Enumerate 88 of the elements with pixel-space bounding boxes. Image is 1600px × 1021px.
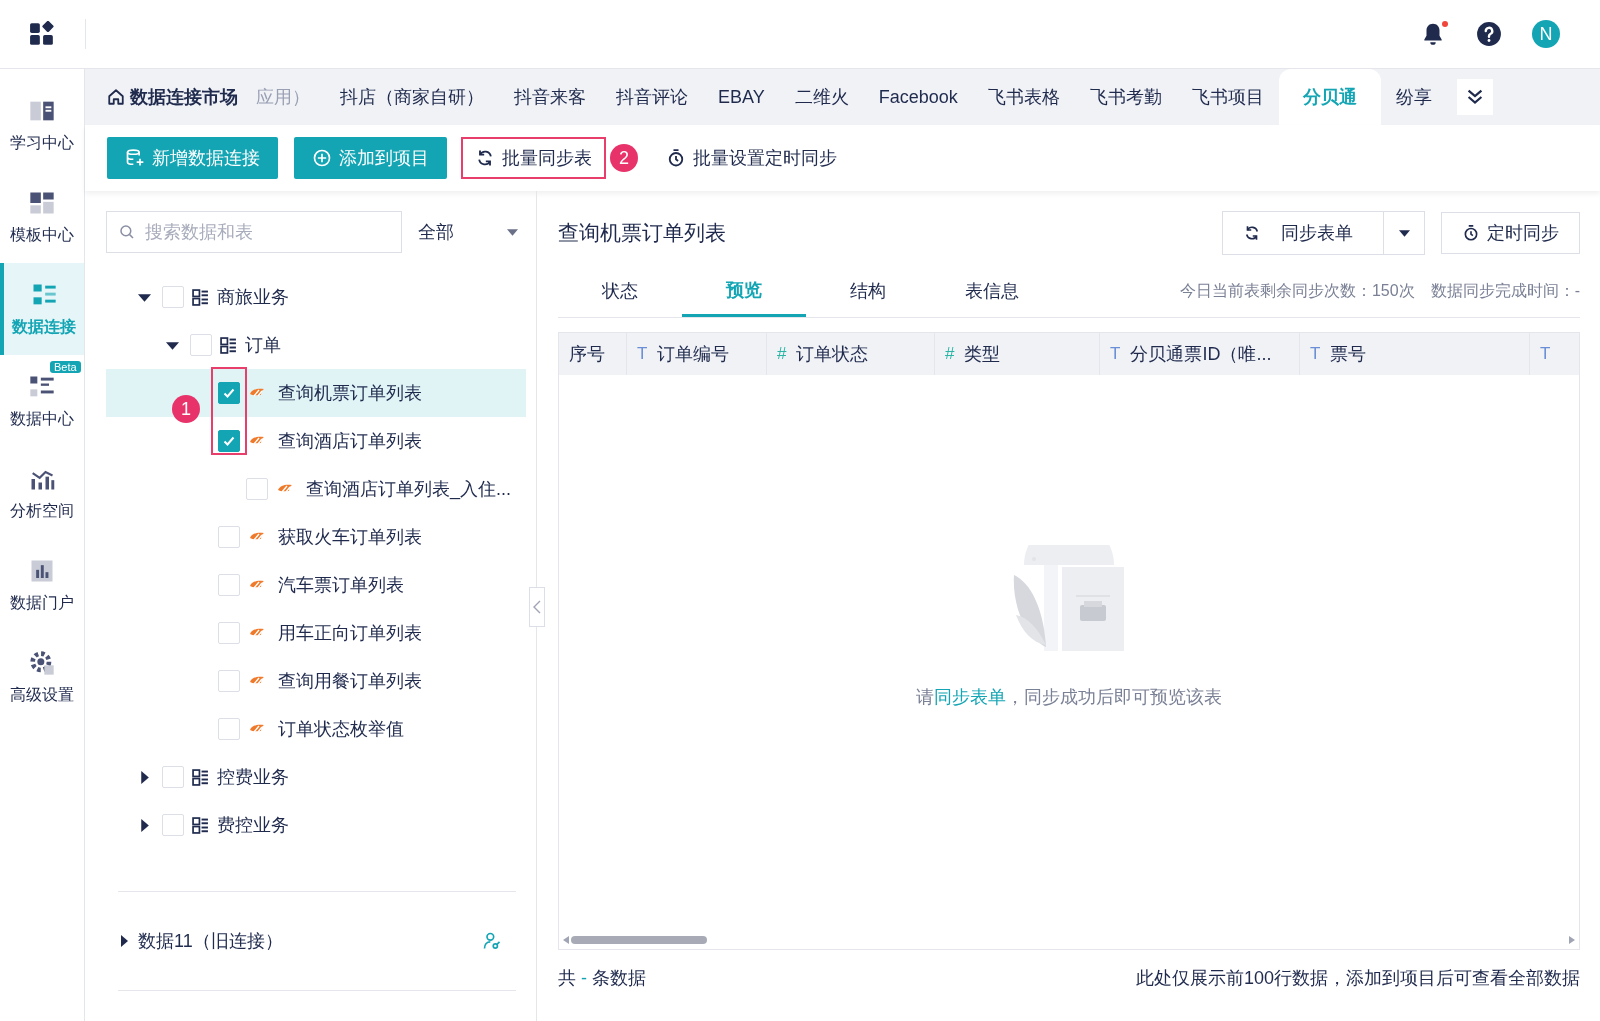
field-type-icon: #	[777, 344, 787, 364]
market-tab[interactable]: 抖店（商家自研）	[325, 69, 499, 125]
connection-item[interactable]: 数据11（旧连接）	[118, 891, 516, 991]
field-type-icon: T	[1110, 344, 1121, 364]
nav-item[interactable]: 高级设置	[0, 631, 84, 723]
market-tab[interactable]: 飞书考勤	[1074, 69, 1177, 125]
field-type-icon: #	[945, 344, 955, 364]
more-tabs-button[interactable]	[1456, 79, 1493, 115]
stopwatch-icon	[666, 148, 686, 168]
list-icon	[192, 816, 209, 834]
batch-sync-button[interactable]: 批量同步表	[463, 139, 604, 177]
tree-item[interactable]: 订单状态枚举值	[106, 705, 526, 753]
scroll-right-icon[interactable]	[1569, 936, 1575, 944]
market-tab[interactable]: EBAY	[703, 69, 780, 125]
home-icon	[107, 88, 125, 106]
caret-down-icon	[1398, 229, 1410, 237]
column-header: 序号	[569, 343, 605, 366]
check-icon	[222, 434, 236, 448]
table-title: 查询机票订单列表	[558, 220, 727, 246]
tree-item[interactable]: 查询用餐订单列表	[106, 657, 526, 705]
scrollbar-thumb[interactable]	[571, 936, 707, 944]
market-tab[interactable]: 飞书表格	[972, 69, 1075, 125]
market-tab[interactable]: 二维火	[779, 69, 864, 125]
beta-badge: Beta	[50, 360, 81, 373]
list-icon	[192, 288, 209, 306]
list-icon	[192, 768, 209, 786]
batch-schedule-button[interactable]: 批量设置定时同步	[654, 137, 849, 179]
market-tab[interactable]: 飞书项目	[1176, 69, 1279, 125]
nav-item[interactable]: 分析空间	[0, 447, 84, 539]
tree-item[interactable]: 用车正向订单列表	[106, 609, 526, 657]
sync-split-button[interactable]: 同步表单	[1222, 211, 1425, 255]
market-tab[interactable]: Facebook	[863, 69, 973, 125]
nav-item[interactable]: 学习中心	[0, 79, 84, 171]
sync-icon	[1243, 224, 1261, 242]
market-tab[interactable]: 抖音评论	[601, 69, 703, 125]
caret-right-icon[interactable]	[118, 935, 130, 947]
detail-tab[interactable]: 状态	[558, 265, 682, 317]
tree-item[interactable]: 获取火车订单列表	[106, 513, 526, 561]
sync-info-text: 数据同步完成时间：-	[1430, 280, 1580, 301]
user-key-icon[interactable]	[482, 931, 502, 951]
home-link[interactable]: 数据连接市场	[107, 85, 238, 109]
list-icon	[220, 336, 237, 354]
caret-right-icon[interactable]	[138, 818, 151, 832]
checkbox[interactable]	[218, 382, 240, 404]
tree-item[interactable]: 查询酒店订单列表_入住...	[106, 465, 526, 513]
apps-logo-icon[interactable]	[29, 21, 55, 47]
nav-item[interactable]: Beta 数据中心	[0, 355, 84, 447]
nav-item[interactable]: 模板中心	[0, 171, 84, 263]
preview-limit-note: 此处仅展示前100行数据，添加到项目后可查看全部数据	[1135, 967, 1580, 990]
stopwatch-icon	[1462, 224, 1480, 242]
callout-badge: 1	[172, 395, 200, 423]
collapse-handle[interactable]	[529, 587, 545, 627]
check-icon	[222, 386, 236, 400]
tree-item[interactable]: 控费业务	[106, 753, 526, 801]
search-icon	[118, 223, 136, 241]
database-add-icon	[125, 148, 145, 168]
chevron-left-icon	[533, 600, 541, 614]
tree-item[interactable]: 订单	[106, 321, 526, 369]
filter-dropdown[interactable]: 全部	[402, 220, 526, 244]
caret-down-icon	[507, 228, 518, 236]
column-header: 订单编号	[657, 343, 730, 366]
market-tab[interactable]: 抖音来客	[499, 69, 601, 125]
market-tab[interactable]: 纷享	[1380, 69, 1447, 125]
schedule-sync-button[interactable]: 定时同步	[1441, 212, 1580, 254]
checkbox[interactable]	[218, 430, 240, 452]
field-type-icon: T	[1540, 344, 1551, 364]
caret-right-icon[interactable]	[138, 770, 151, 784]
plus-circle-icon	[312, 148, 332, 168]
tree-item[interactable]: 汽车票订单列表	[106, 561, 526, 609]
tree-item[interactable]: 费控业务	[106, 801, 526, 849]
column-header: 分贝通票ID（唯...	[1130, 343, 1272, 366]
scroll-left-icon[interactable]	[563, 936, 569, 944]
column-header: 订单状态	[796, 343, 869, 366]
empty-state-message: 请同步表单，同步成功后即可预览该表	[916, 686, 1222, 709]
detail-tab[interactable]: 结构	[806, 265, 930, 317]
detail-tab[interactable]: 表信息	[930, 265, 1054, 317]
tree-item[interactable]: 商旅业务	[106, 273, 526, 321]
sync-info-text: 今日当前表剩余同步次数：150次	[1179, 280, 1415, 301]
nav-item[interactable]: 数据门户	[0, 539, 84, 631]
column-header: 类型	[964, 343, 1001, 366]
row-count-text: 共 - 条数据	[558, 967, 647, 990]
search-field[interactable]: 搜索数据和表	[106, 211, 402, 253]
field-type-icon: T	[1310, 344, 1321, 364]
help-icon[interactable]	[1476, 21, 1502, 47]
field-type-icon: T	[637, 344, 648, 364]
nav-icon	[28, 648, 56, 677]
callout-badge: 2	[610, 144, 638, 172]
column-header: 票号	[1330, 343, 1367, 366]
